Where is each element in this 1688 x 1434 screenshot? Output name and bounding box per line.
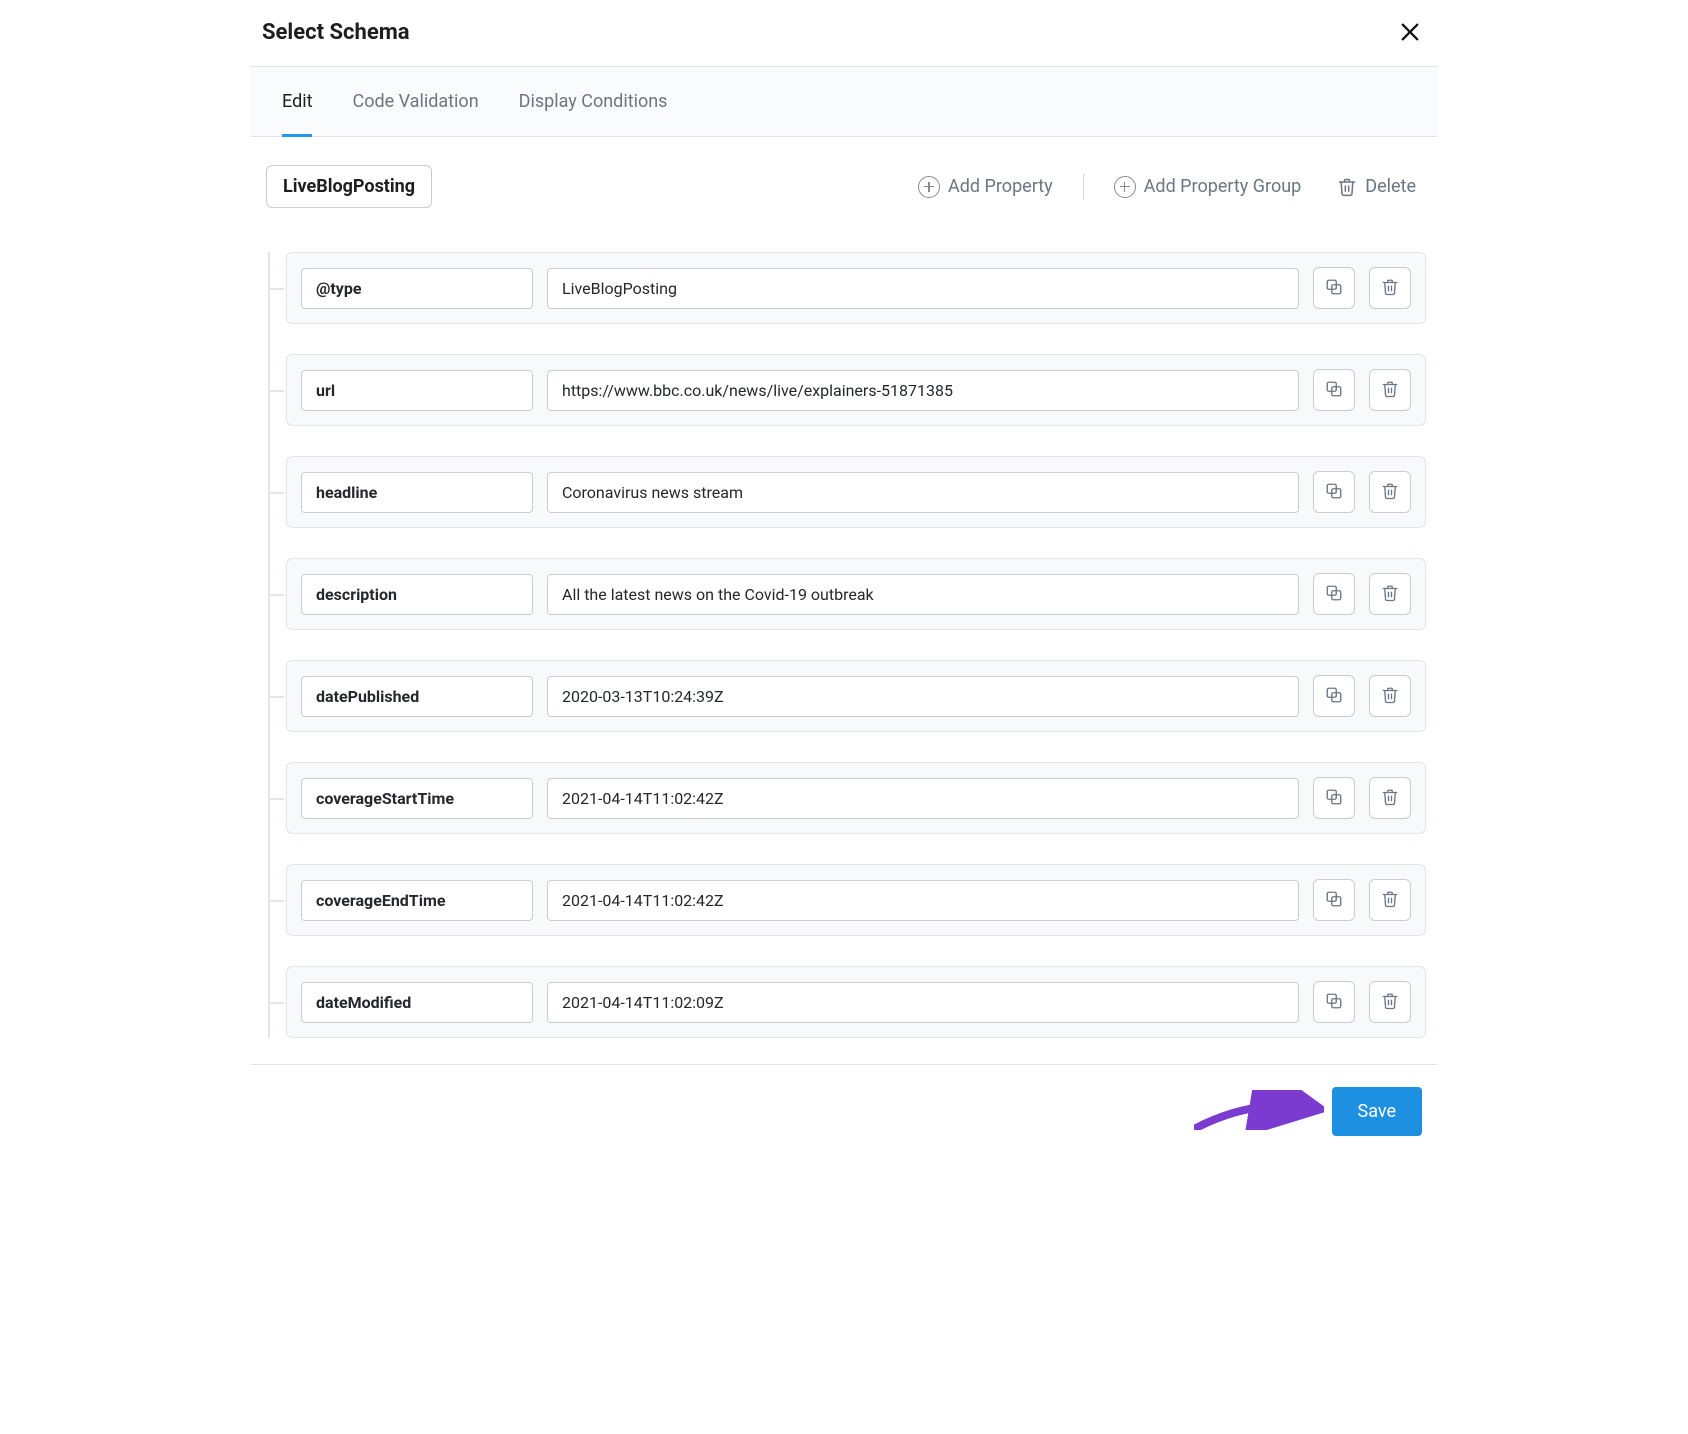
property-rows: @type url headline description datePublished…: [268, 252, 1426, 1038]
property-key-input[interactable]: datePublished: [301, 676, 533, 717]
copy-icon: [1325, 992, 1343, 1013]
property-row: coverageStartTime: [286, 762, 1426, 834]
delete-label: Delete: [1365, 176, 1416, 197]
property-row: @type: [286, 252, 1426, 324]
delete-row-button[interactable]: [1369, 675, 1411, 717]
property-key-input[interactable]: coverageStartTime: [301, 778, 533, 819]
toolbar-actions: Add Property Add Property Group Delete: [912, 174, 1422, 200]
delete-row-button[interactable]: [1369, 369, 1411, 411]
property-value-input[interactable]: [547, 472, 1299, 513]
property-row: url: [286, 354, 1426, 426]
dialog-header: Select Schema: [250, 0, 1438, 67]
property-row: headline: [286, 456, 1426, 528]
copy-button[interactable]: [1313, 267, 1355, 309]
copy-icon: [1325, 278, 1343, 299]
property-card: url: [286, 354, 1426, 426]
dialog-title: Select Schema: [262, 20, 410, 45]
delete-row-button[interactable]: [1369, 573, 1411, 615]
property-row: coverageEndTime: [286, 864, 1426, 936]
add-property-group-label: Add Property Group: [1144, 176, 1302, 197]
copy-icon: [1325, 686, 1343, 707]
trash-icon: [1337, 177, 1357, 197]
plus-circle-icon: [918, 176, 940, 198]
property-key-input[interactable]: headline: [301, 472, 533, 513]
property-card: @type: [286, 252, 1426, 324]
schema-body: @type url headline description datePublished…: [250, 252, 1438, 1038]
delete-row-button[interactable]: [1369, 777, 1411, 819]
trash-icon: [1381, 584, 1399, 605]
delete-row-button[interactable]: [1369, 879, 1411, 921]
separator: [1083, 174, 1084, 200]
copy-button[interactable]: [1313, 573, 1355, 615]
delete-row-button[interactable]: [1369, 981, 1411, 1023]
property-card: headline: [286, 456, 1426, 528]
property-card: coverageEndTime: [286, 864, 1426, 936]
copy-icon: [1325, 380, 1343, 401]
property-value-input[interactable]: [547, 982, 1299, 1023]
property-key-input[interactable]: description: [301, 574, 533, 615]
trash-icon: [1381, 686, 1399, 707]
tab-display-conditions[interactable]: Display Conditions: [519, 67, 668, 137]
trash-icon: [1381, 380, 1399, 401]
property-value-input[interactable]: [547, 574, 1299, 615]
trash-icon: [1381, 278, 1399, 299]
property-value-input[interactable]: [547, 676, 1299, 717]
trash-icon: [1381, 992, 1399, 1013]
delete-row-button[interactable]: [1369, 471, 1411, 513]
delete-row-button[interactable]: [1369, 267, 1411, 309]
property-card: coverageStartTime: [286, 762, 1426, 834]
property-value-input[interactable]: [547, 778, 1299, 819]
property-key-input[interactable]: url: [301, 370, 533, 411]
tab-edit[interactable]: Edit: [282, 67, 312, 137]
copy-icon: [1325, 788, 1343, 809]
tab-code-validation[interactable]: Code Validation: [352, 67, 478, 137]
property-card: datePublished: [286, 660, 1426, 732]
property-row: datePublished: [286, 660, 1426, 732]
plus-circle-icon: [1114, 176, 1136, 198]
copy-icon: [1325, 890, 1343, 911]
property-key-input[interactable]: coverageEndTime: [301, 880, 533, 921]
property-row: description: [286, 558, 1426, 630]
copy-button[interactable]: [1313, 369, 1355, 411]
close-button[interactable]: [1394, 16, 1426, 48]
close-icon: [1400, 21, 1420, 43]
copy-button[interactable]: [1313, 879, 1355, 921]
save-button[interactable]: Save: [1332, 1087, 1423, 1136]
property-card: dateModified: [286, 966, 1426, 1038]
delete-schema-button[interactable]: Delete: [1331, 175, 1422, 198]
property-value-input[interactable]: [547, 370, 1299, 411]
property-value-input[interactable]: [547, 880, 1299, 921]
add-property-button[interactable]: Add Property: [912, 175, 1059, 199]
trash-icon: [1381, 890, 1399, 911]
trash-icon: [1381, 482, 1399, 503]
add-property-group-button[interactable]: Add Property Group: [1108, 175, 1308, 199]
copy-icon: [1325, 584, 1343, 605]
schema-type-tag[interactable]: LiveBlogPosting: [266, 165, 432, 208]
property-key-input[interactable]: dateModified: [301, 982, 533, 1023]
trash-icon: [1381, 788, 1399, 809]
copy-button[interactable]: [1313, 675, 1355, 717]
copy-button[interactable]: [1313, 777, 1355, 819]
copy-icon: [1325, 482, 1343, 503]
tabbar: Edit Code Validation Display Conditions: [250, 67, 1438, 137]
property-value-input[interactable]: [547, 268, 1299, 309]
property-card: description: [286, 558, 1426, 630]
toolbar: LiveBlogPosting Add Property Add Propert…: [250, 137, 1438, 222]
copy-button[interactable]: [1313, 471, 1355, 513]
add-property-label: Add Property: [948, 176, 1053, 197]
arrow-annotation: [1194, 1090, 1324, 1130]
property-row: dateModified: [286, 966, 1426, 1038]
property-key-input[interactable]: @type: [301, 268, 533, 309]
copy-button[interactable]: [1313, 981, 1355, 1023]
dialog-footer: Save: [250, 1065, 1438, 1160]
